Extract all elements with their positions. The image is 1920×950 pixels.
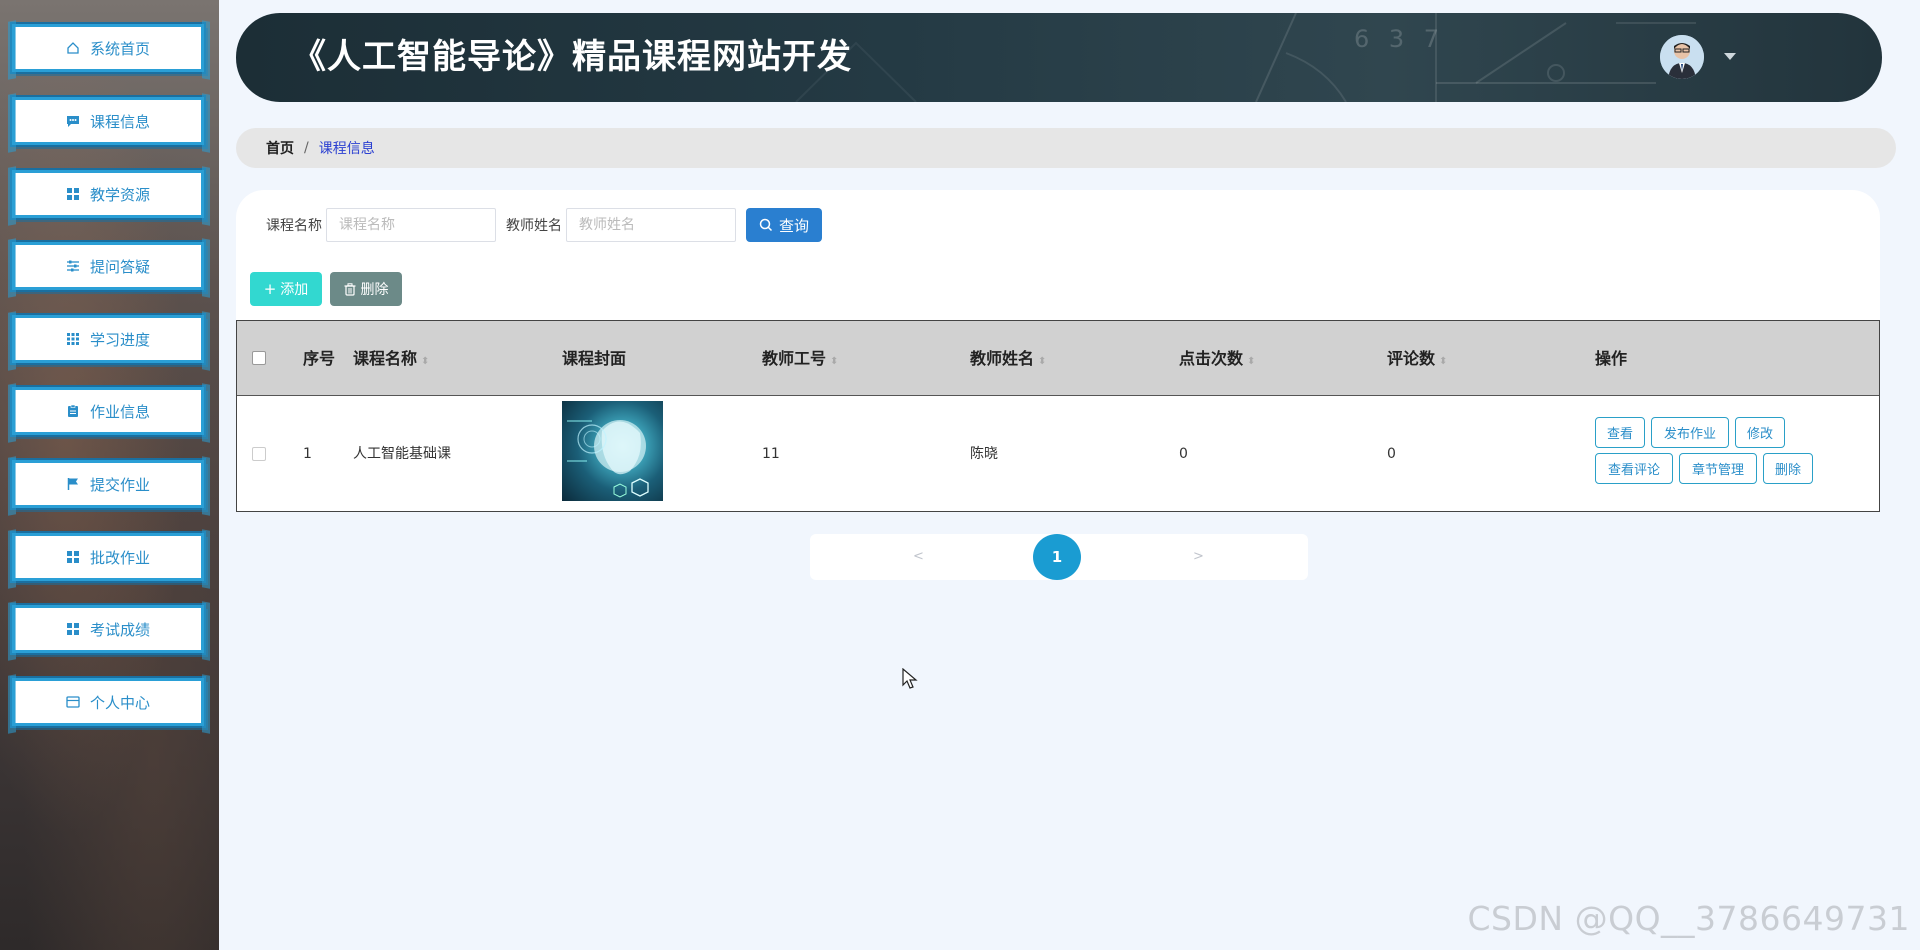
watermark: CSDN @QQ__3786649731 <box>1467 899 1910 938</box>
row-delete-button[interactable]: 删除 <box>1763 453 1813 484</box>
sort-icon[interactable]: ⬍ <box>1038 356 1046 367</box>
breadcrumb: 首页 / 课程信息 <box>236 128 1896 168</box>
sidebar-item-label: 课程信息 <box>89 112 150 131</box>
row-checkbox[interactable] <box>252 447 266 461</box>
view-button[interactable]: 查看 <box>1595 417 1645 448</box>
pagination: < 1 > <box>810 534 1308 580</box>
course-name-label: 课程名称 <box>266 218 322 234</box>
query-button[interactable]: 查询 <box>746 208 822 242</box>
grid-icon <box>66 622 80 636</box>
user-avatar-icon <box>1660 35 1704 79</box>
sidebar-item-label: 批改作业 <box>89 548 150 567</box>
delete-button[interactable]: 删除 <box>330 272 402 306</box>
clipboard-icon <box>66 404 80 418</box>
chalk-numbers: 6 3 7 <box>1354 25 1446 53</box>
card-icon <box>66 695 80 709</box>
search-bar: 课程名称 教师姓名 查询 <box>266 208 822 242</box>
sort-icon[interactable]: ⬍ <box>421 356 429 367</box>
cell-clicks: 0 <box>1179 446 1188 462</box>
sidebar-item-label: 提问答疑 <box>89 257 150 276</box>
teacher-name-input[interactable] <box>566 208 736 242</box>
header-banner: 6 3 7 《人工智能导论》精品课程网站开发 <box>236 13 1882 102</box>
sidebar-item-label: 学习进度 <box>89 330 150 349</box>
sidebar-item-label: 考试成绩 <box>89 620 150 639</box>
apps-icon <box>66 332 80 346</box>
sidebar-item-label: 系统首页 <box>89 39 150 58</box>
ai-robot-image <box>567 420 649 498</box>
select-all-checkbox[interactable] <box>252 351 266 365</box>
action-toolbar: + 添加 删除 <box>250 272 402 306</box>
home-icon <box>66 41 80 55</box>
table-row: 1 人工智能基础课 11 陈晓 0 0 查看 发布作业 修改 查看评论 章节管理… <box>237 397 1879 511</box>
column-header-teacher-id[interactable]: 教师工号 ⬍ <box>762 321 838 396</box>
sidebar-item-submit-homework[interactable]: 提交作业 <box>12 460 204 508</box>
sliders-icon <box>66 259 80 273</box>
chapter-management-button[interactable]: 章节管理 <box>1679 453 1757 484</box>
sidebar-item-personal-center[interactable]: 个人中心 <box>12 678 204 726</box>
sidebar-item-study-progress[interactable]: 学习进度 <box>12 315 204 363</box>
delete-button-label: 删除 <box>360 282 389 298</box>
sidebar-item-label: 个人中心 <box>89 693 150 712</box>
trash-icon <box>344 282 355 296</box>
column-header-clicks[interactable]: 点击次数 ⬍ <box>1179 321 1255 396</box>
column-header-actions: 操作 <box>1595 349 1628 368</box>
grid-icon <box>66 187 80 201</box>
sidebar-item-course-info[interactable]: 课程信息 <box>12 97 204 145</box>
course-name-input[interactable] <box>326 208 496 242</box>
column-header-teacher-name[interactable]: 教师姓名 ⬍ <box>970 321 1046 396</box>
sort-icon[interactable]: ⬍ <box>1247 356 1255 367</box>
sidebar-item-homework-info[interactable]: 作业信息 <box>12 387 204 435</box>
breadcrumb-separator: / <box>304 140 309 156</box>
prev-page-button[interactable]: < <box>913 534 924 580</box>
course-table: 序号 课程名称 ⬍ 课程封面 教师工号 ⬍ 教师姓名 ⬍ 点击次数 ⬍ 评论数 ⬍ 操作 … <box>236 320 1880 512</box>
sidebar-item-label: 提交作业 <box>89 475 150 494</box>
teacher-name-label: 教师姓名 <box>506 218 562 234</box>
sort-icon[interactable]: ⬍ <box>1439 356 1447 367</box>
cell-comments: 0 <box>1387 446 1396 462</box>
chevron-down-icon[interactable] <box>1724 53 1736 60</box>
column-header-comments[interactable]: 评论数 ⬍ <box>1387 321 1447 396</box>
page-button-1[interactable]: 1 <box>1033 534 1081 580</box>
sidebar-item-teaching-resources[interactable]: 教学资源 <box>12 170 204 218</box>
sidebar: 系统首页 课程信息 教学资源 提问答疑 学习进度 作业信息 提交作业 批改作业 … <box>0 0 219 950</box>
sidebar-item-label: 作业信息 <box>89 402 150 421</box>
table-header: 序号 课程名称 ⬍ 课程封面 教师工号 ⬍ 教师姓名 ⬍ 点击次数 ⬍ 评论数 ⬍ 操作 <box>237 321 1879 396</box>
cell-course-name: 人工智能基础课 <box>353 446 451 462</box>
add-button-label: 添加 <box>280 282 309 298</box>
next-page-button[interactable]: > <box>1193 534 1204 580</box>
page-title: 《人工智能导论》精品课程网站开发 <box>292 37 852 77</box>
sidebar-item-grade-homework[interactable]: 批改作业 <box>12 533 204 581</box>
sort-icon[interactable]: ⬍ <box>830 356 838 367</box>
chat-icon <box>66 114 80 128</box>
column-header-cover: 课程封面 <box>562 349 627 368</box>
query-button-label: 查询 <box>778 216 809 235</box>
column-header-index: 序号 <box>303 349 336 368</box>
avatar[interactable] <box>1660 35 1704 79</box>
grid-icon <box>66 550 80 564</box>
plus-icon: + <box>263 280 277 298</box>
flag-icon <box>66 477 80 491</box>
view-comments-button[interactable]: 查看评论 <box>1595 453 1673 484</box>
sidebar-item-qa[interactable]: 提问答疑 <box>12 242 204 290</box>
cell-teacher-id: 11 <box>762 446 780 462</box>
breadcrumb-home-link[interactable]: 首页 <box>266 138 294 158</box>
sidebar-item-label: 教学资源 <box>89 185 150 204</box>
sidebar-item-exam-scores[interactable]: 考试成绩 <box>12 605 204 653</box>
search-icon <box>759 218 773 232</box>
course-cover-image <box>562 401 663 501</box>
add-button[interactable]: + 添加 <box>250 272 322 306</box>
cell-index: 1 <box>303 446 312 462</box>
sidebar-item-home[interactable]: 系统首页 <box>12 24 204 72</box>
cell-teacher-name: 陈晓 <box>970 446 998 462</box>
edit-button[interactable]: 修改 <box>1735 417 1785 448</box>
publish-homework-button[interactable]: 发布作业 <box>1651 417 1729 448</box>
mouse-cursor-icon <box>902 668 918 689</box>
breadcrumb-current: 课程信息 <box>318 141 375 157</box>
column-header-course-name[interactable]: 课程名称 ⬍ <box>353 321 429 396</box>
